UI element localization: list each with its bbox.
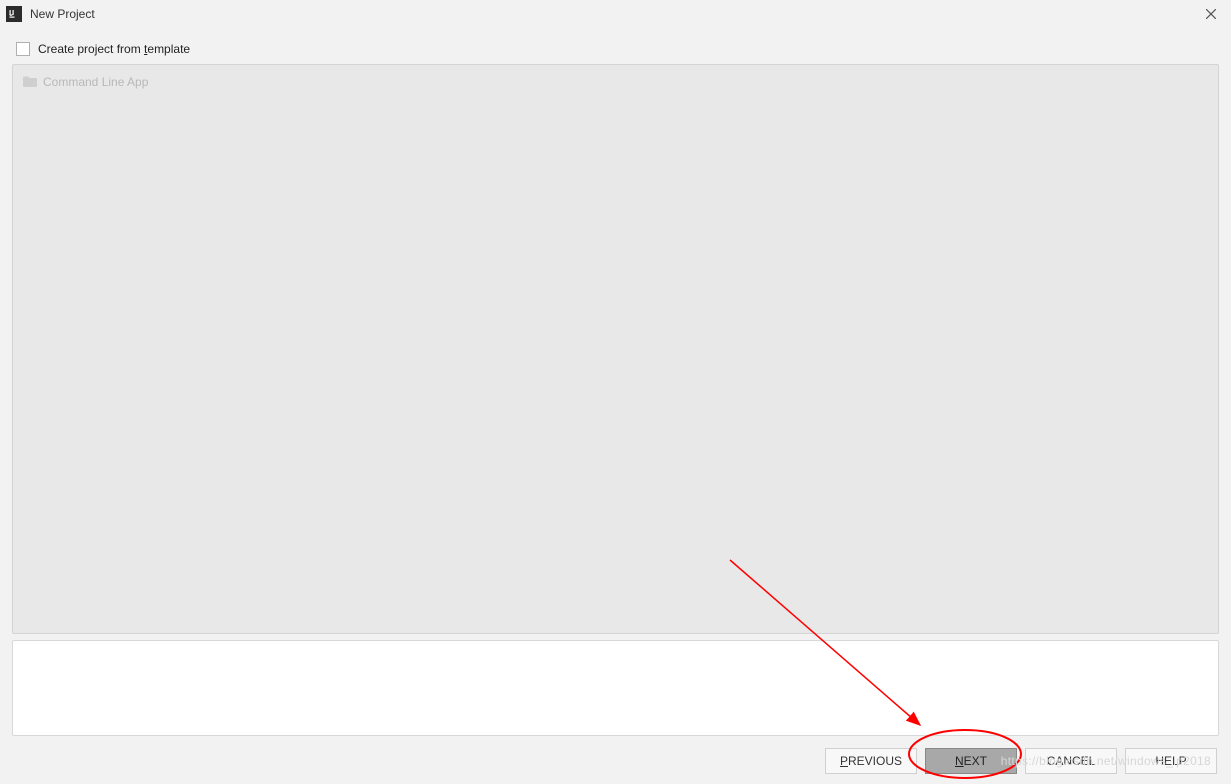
template-item: Command Line App: [23, 73, 1208, 91]
next-button[interactable]: NEXT: [925, 748, 1017, 774]
cancel-button[interactable]: CANCEL: [1025, 748, 1117, 774]
folder-icon: [23, 76, 37, 88]
app-icon: [6, 6, 22, 22]
create-from-template-checkbox[interactable]: [16, 42, 30, 56]
window-title: New Project: [30, 7, 95, 21]
titlebar: New Project: [0, 0, 1231, 28]
close-button[interactable]: [1197, 4, 1225, 24]
content-area: Create project from template Command Lin…: [0, 28, 1231, 736]
create-from-template-row: Create project from template: [12, 36, 1219, 62]
previous-button[interactable]: PREVIOUS: [825, 748, 917, 774]
titlebar-left: New Project: [6, 6, 95, 22]
button-bar: PREVIOUS NEXT CANCEL HELP: [811, 738, 1231, 784]
close-icon: [1206, 9, 1216, 19]
template-list-panel: Command Line App: [12, 64, 1219, 634]
template-description-panel: [12, 640, 1219, 736]
create-from-template-label[interactable]: Create project from template: [38, 42, 190, 56]
template-item-label: Command Line App: [43, 75, 148, 89]
help-button[interactable]: HELP: [1125, 748, 1217, 774]
